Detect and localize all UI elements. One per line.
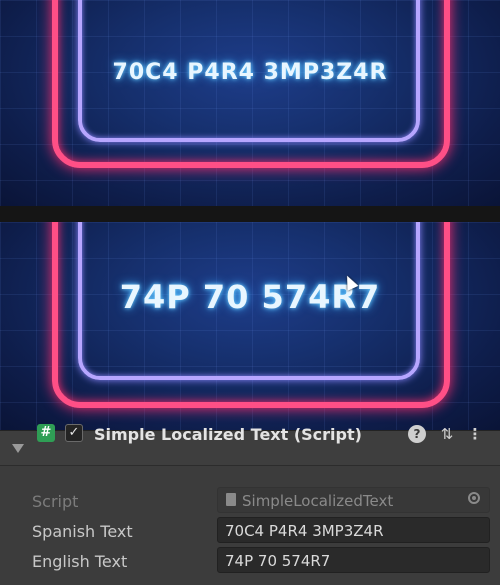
panel-separator (0, 206, 500, 222)
csharp-script-icon: # (37, 424, 55, 442)
component-title: Simple Localized Text (Script) (94, 425, 362, 444)
script-label: Script (32, 492, 79, 511)
script-file-icon (226, 493, 236, 506)
more-options-icon[interactable]: ⋮ (466, 425, 484, 443)
spanish-text-label: Spanish Text (32, 522, 133, 541)
game-preview-spanish: 70C4 P4R4 3MP3Z4R (0, 0, 500, 206)
spanish-display-text: 70C4 P4R4 3MP3Z4R (112, 60, 388, 85)
script-row: Script SimpleLocalizedText (0, 487, 500, 513)
inspector-panel: # ✓ Simple Localized Text (Script) ? ⇅ ⋮… (0, 424, 500, 585)
english-text-row: English Text 74P 70 574R7 (0, 547, 500, 573)
object-picker-icon[interactable] (468, 492, 480, 504)
component-enabled-checkbox[interactable]: ✓ (65, 424, 83, 442)
foldout-arrow-icon[interactable] (12, 444, 24, 453)
english-display-text: 74P 70 574R7 (119, 278, 381, 316)
english-text-field[interactable]: 74P 70 574R7 (217, 547, 490, 573)
english-text-label: English Text (32, 552, 128, 571)
spanish-text-row: Spanish Text 70C4 P4R4 3MP3Z4R (0, 517, 500, 543)
spanish-text-field[interactable]: 70C4 P4R4 3MP3Z4R (217, 517, 490, 543)
script-object-field: SimpleLocalizedText (217, 487, 490, 513)
presets-sliders-icon[interactable]: ⇅ (438, 425, 456, 443)
help-icon[interactable]: ? (408, 425, 426, 443)
game-preview-english (0, 222, 500, 430)
